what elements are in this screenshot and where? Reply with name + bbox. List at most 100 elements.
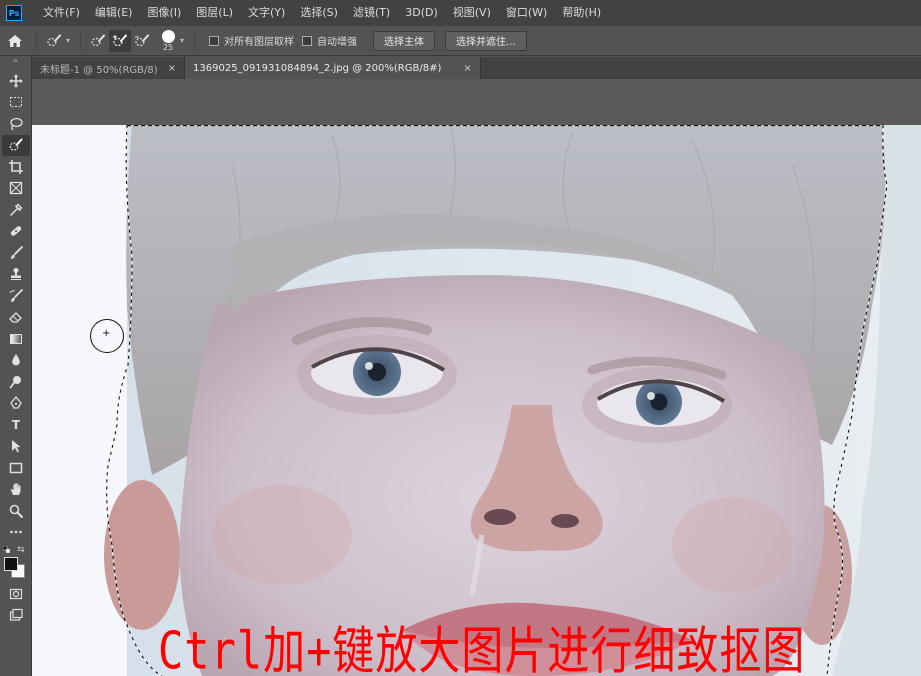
tool-type[interactable]: T xyxy=(2,414,30,436)
eraser-icon xyxy=(9,312,22,323)
zoom-magnifier-icon xyxy=(9,504,23,518)
select-and-mask-button[interactable]: 选择并遮住... xyxy=(445,30,527,51)
checkbox-box[interactable] xyxy=(209,35,220,46)
subtract-selection-brush-icon xyxy=(135,34,150,46)
more-dots-icon xyxy=(10,530,22,534)
brush-icon xyxy=(11,245,23,259)
new-selection-brush-icon xyxy=(91,34,106,46)
tool-clone-stamp[interactable] xyxy=(2,264,30,286)
frame-icon xyxy=(9,182,23,195)
photo-portrait xyxy=(32,125,921,676)
document-canvas[interactable] xyxy=(32,125,921,676)
tool-blur[interactable] xyxy=(2,350,30,372)
tool-lasso[interactable] xyxy=(2,113,30,135)
dodge-icon xyxy=(9,375,21,389)
menu-bar: Ps 文件(F) 编辑(E) 图像(I) 图层(L) 文字(Y) 选择(S) 滤… xyxy=(0,0,921,26)
tool-path-selection[interactable] xyxy=(2,436,30,458)
gradient-icon xyxy=(10,333,22,344)
checkbox-box[interactable] xyxy=(302,35,313,46)
instruction-overlay-text: Ctrl加+键放大图片进行细致抠图 xyxy=(158,620,806,676)
home-button[interactable] xyxy=(0,26,30,56)
tab-untitled-1[interactable]: 未标题-1 @ 50%(RGB/8) × xyxy=(32,57,186,79)
sample-all-layers-label: 对所有图层取样 xyxy=(224,37,295,48)
menu-window[interactable]: 窗口(W) xyxy=(499,0,555,26)
brush-size-value: 25 xyxy=(162,42,174,52)
pen-icon xyxy=(10,396,22,409)
tool-move[interactable] xyxy=(2,70,30,92)
menu-type[interactable]: 文字(Y) xyxy=(241,0,293,26)
tool-brush[interactable] xyxy=(2,242,30,264)
color-swatches: ⇆ xyxy=(2,545,30,578)
lasso-icon xyxy=(10,117,23,131)
path-selection-arrow-icon xyxy=(12,440,21,453)
healing-bandage-icon xyxy=(10,226,22,236)
add-selection-brush-icon xyxy=(113,34,128,46)
quick-mask-icon xyxy=(9,588,23,599)
menu-3d[interactable]: 3D(D) xyxy=(398,0,446,26)
move-icon xyxy=(9,73,23,88)
menu-image[interactable]: 图像(I) xyxy=(140,0,189,26)
panel-collapse-grip[interactable]: » xyxy=(0,56,31,70)
chevron-down-icon[interactable]: ▾ xyxy=(180,36,184,45)
tool-healing-brush[interactable] xyxy=(2,221,30,243)
add-to-selection-mode[interactable] xyxy=(109,29,132,52)
tool-pen[interactable] xyxy=(2,393,30,415)
type-icon: T xyxy=(11,417,21,432)
screen-mode-icon xyxy=(9,609,23,621)
tool-dodge[interactable] xyxy=(2,371,30,393)
menu-select[interactable]: 选择(S) xyxy=(293,0,346,26)
tools-panel: » T ⇆ xyxy=(0,56,32,676)
tool-marquee[interactable] xyxy=(2,92,30,114)
crop-icon xyxy=(9,159,23,174)
menu-help[interactable]: 帮助(H) xyxy=(555,0,609,26)
tool-eraser[interactable] xyxy=(2,307,30,329)
tool-quick-mask[interactable] xyxy=(2,583,30,605)
eyedropper-icon xyxy=(10,203,23,216)
tab-label: 1369025_091931084894_2.jpg @ 200%(RGB/8#… xyxy=(193,62,442,74)
document-tab-bar: 未标题-1 @ 50%(RGB/8) × 1369025_09193108489… xyxy=(32,57,921,79)
tool-history-brush[interactable] xyxy=(2,285,30,307)
tab-active-image[interactable]: 1369025_091931084894_2.jpg @ 200%(RGB/8#… xyxy=(185,57,481,79)
rectangular-marquee-icon xyxy=(10,97,22,108)
select-subject-button[interactable]: 选择主体 xyxy=(373,30,436,51)
quick-selection-icon xyxy=(9,138,23,151)
water-drop-icon xyxy=(12,354,20,366)
auto-enhance-label: 自动增强 xyxy=(317,37,358,48)
chevron-down-icon[interactable]: ▾ xyxy=(66,36,70,45)
tool-gradient[interactable] xyxy=(2,328,30,350)
close-icon[interactable]: × xyxy=(463,63,471,74)
menu-file[interactable]: 文件(F) xyxy=(36,0,88,26)
history-brush-icon xyxy=(9,288,23,302)
tool-frame[interactable] xyxy=(2,178,30,200)
tool-zoom[interactable] xyxy=(2,500,30,522)
menu-edit[interactable]: 编辑(E) xyxy=(88,0,141,26)
menu-layer[interactable]: 图层(L) xyxy=(189,0,241,26)
brush-cursor xyxy=(90,319,124,353)
subtract-from-selection-mode[interactable] xyxy=(131,30,153,52)
tab-label: 未标题-1 @ 50%(RGB/8) xyxy=(40,64,158,76)
brush-tip-icon xyxy=(161,29,175,43)
photoshop-logo-icon: Ps xyxy=(6,5,22,21)
rectangle-icon xyxy=(9,462,23,473)
swap-colors-icon[interactable]: ⇆ xyxy=(17,545,25,555)
tool-hand[interactable] xyxy=(2,479,30,501)
close-icon[interactable]: × xyxy=(168,63,176,74)
tool-eyedropper[interactable] xyxy=(2,199,30,221)
tool-crop[interactable] xyxy=(2,156,30,178)
auto-enhance-checkbox[interactable]: 自动增强 xyxy=(302,33,357,48)
sample-all-layers-checkbox[interactable]: 对所有图层取样 xyxy=(209,33,294,48)
new-selection-mode[interactable] xyxy=(87,30,109,52)
tool-more[interactable] xyxy=(2,522,30,544)
tool-screen-mode[interactable] xyxy=(2,605,30,627)
menu-filter[interactable]: 滤镜(T) xyxy=(346,0,398,26)
menu-view[interactable]: 视图(V) xyxy=(446,0,499,26)
separator xyxy=(36,30,37,51)
separator xyxy=(194,30,196,51)
home-icon xyxy=(8,34,22,47)
tool-quick-selection[interactable] xyxy=(2,134,30,156)
tool-rectangle[interactable] xyxy=(2,457,30,479)
tool-preset-picker[interactable] xyxy=(43,30,65,52)
default-colors-icon[interactable] xyxy=(3,546,10,553)
foreground-color-swatch[interactable] xyxy=(4,557,18,571)
brush-size-picker[interactable]: 25 xyxy=(157,29,179,52)
